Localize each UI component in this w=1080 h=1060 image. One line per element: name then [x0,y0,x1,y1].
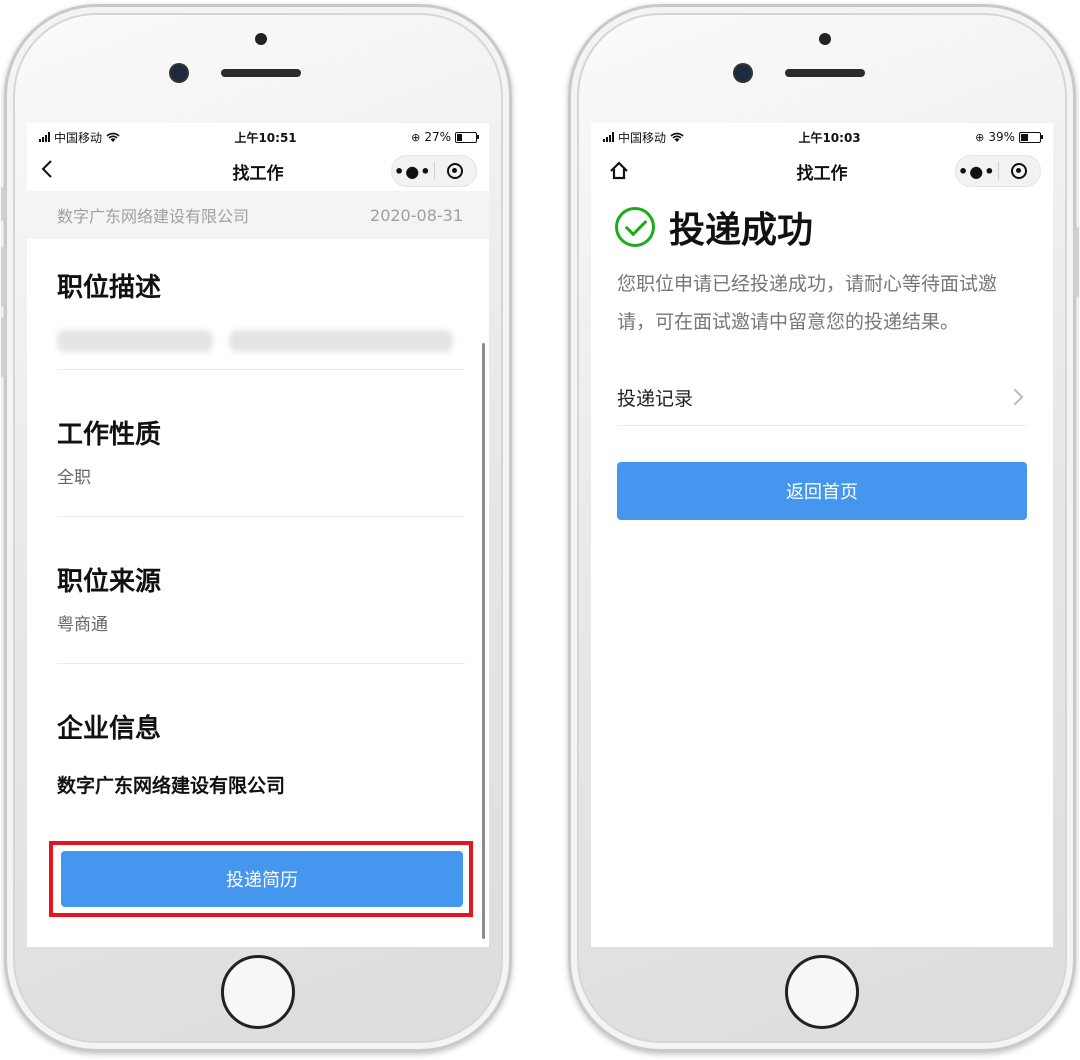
status-right: ⊕ 27% [411,130,479,144]
success-header: 投递成功 [615,201,1053,253]
orientation-lock-icon: ⊕ [975,130,985,144]
wifi-icon [106,132,120,142]
more-icon[interactable]: •●• [392,162,434,181]
record-label: 投递记录 [617,387,694,410]
post-date: 2020-08-31 [370,205,463,225]
section-value: 数字广东网络建设有限公司 [57,775,286,797]
home-button[interactable] [785,955,859,1029]
earpiece-speaker [785,69,865,77]
mini-program-capsule: •●• [391,155,477,187]
mute-switch [1,187,6,221]
home-button[interactable] [221,955,295,1029]
close-target-button[interactable] [435,163,477,179]
blurred-description [57,330,465,352]
section-title: 企业信息 [57,714,162,744]
carrier-label: 中国移动 [618,130,667,145]
nav-bar: 找工作 •●• [591,151,1053,191]
section-title: 职位描述 [57,273,162,303]
back-icon[interactable] [41,159,53,185]
home-icon[interactable] [609,161,629,181]
screen-left: 中国移动 上午10:51 ⊕ 27% 找工作 •●• 数字广东网络建设有限公司 [27,123,489,947]
mini-program-capsule: •●• [955,155,1041,187]
sensor-dot [255,33,267,45]
chevron-right-icon [1006,388,1024,406]
battery-icon [454,131,479,143]
section-job-nature: 工作性质 全职 [57,370,465,517]
phone-frame-left: 中国移动 上午10:51 ⊕ 27% 找工作 •●• 数字广东网络建设有限公司 [1,4,512,1052]
success-description: 您职位申请已经投递成功，请耐心等待面试邀请，可在面试邀请中留意您的投递结果。 [617,273,998,333]
nav-title: 找工作 [232,163,284,184]
target-icon [1011,163,1028,179]
front-camera [171,65,187,81]
wifi-icon [670,132,684,142]
section-value: 全职 [57,468,91,488]
highlight-box: 投递简历 [49,841,473,917]
battery-icon [1018,131,1043,143]
apply-resume-button[interactable]: 投递简历 [61,851,463,907]
volume-down-button [1,317,6,377]
volume-up-button [1,247,6,307]
company-name: 数字广东网络建设有限公司 [57,207,250,226]
section-value: 粤商通 [57,615,108,635]
section-title: 工作性质 [57,420,162,450]
status-bar: 中国移动 上午10:51 ⊕ 27% [27,123,489,151]
success-title: 投递成功 [669,210,814,251]
status-left: 中国移动 [603,129,684,146]
front-camera [735,65,751,81]
sensor-dot [819,33,831,45]
section-job-source: 职位来源 粤商通 [57,517,465,664]
scrollbar[interactable] [482,343,485,939]
status-bar: 中国移动 上午10:03 ⊕ 39% [591,123,1053,151]
status-right: ⊕ 39% [975,130,1043,144]
nav-title: 找工作 [796,163,848,184]
status-time: 上午10:51 [234,130,297,145]
power-button [1074,227,1079,297]
carrier-label: 中国移动 [54,130,103,145]
phone-frame-right: 中国移动 上午10:03 ⊕ 39% 找工作 •●• 投递成功 您职位申请已经投… [568,4,1079,1052]
delivery-record-row[interactable]: 投递记录 [617,369,1027,426]
status-left: 中国移动 [39,129,120,146]
close-target-button[interactable] [999,163,1041,179]
signal-icon [603,132,614,142]
nav-bar: 找工作 •●• [27,151,489,191]
check-circle-icon [615,207,655,247]
battery-percent: 39% [988,130,1015,144]
target-icon [447,163,464,179]
battery-percent: 27% [424,130,451,144]
section-enterprise-info: 企业信息 数字广东网络建设有限公司 [57,664,465,798]
company-info-row: 数字广东网络建设有限公司 2020-08-31 [27,191,489,239]
return-home-button[interactable]: 返回首页 [617,462,1027,520]
signal-icon [39,132,50,142]
earpiece-speaker [221,69,301,77]
section-job-description: 职位描述 [57,239,465,370]
section-title: 职位来源 [57,567,162,597]
more-icon[interactable]: •●• [956,162,998,181]
status-time: 上午10:03 [798,130,861,145]
orientation-lock-icon: ⊕ [411,130,421,144]
screen-right: 中国移动 上午10:03 ⊕ 39% 找工作 •●• 投递成功 您职位申请已经投… [591,123,1053,947]
